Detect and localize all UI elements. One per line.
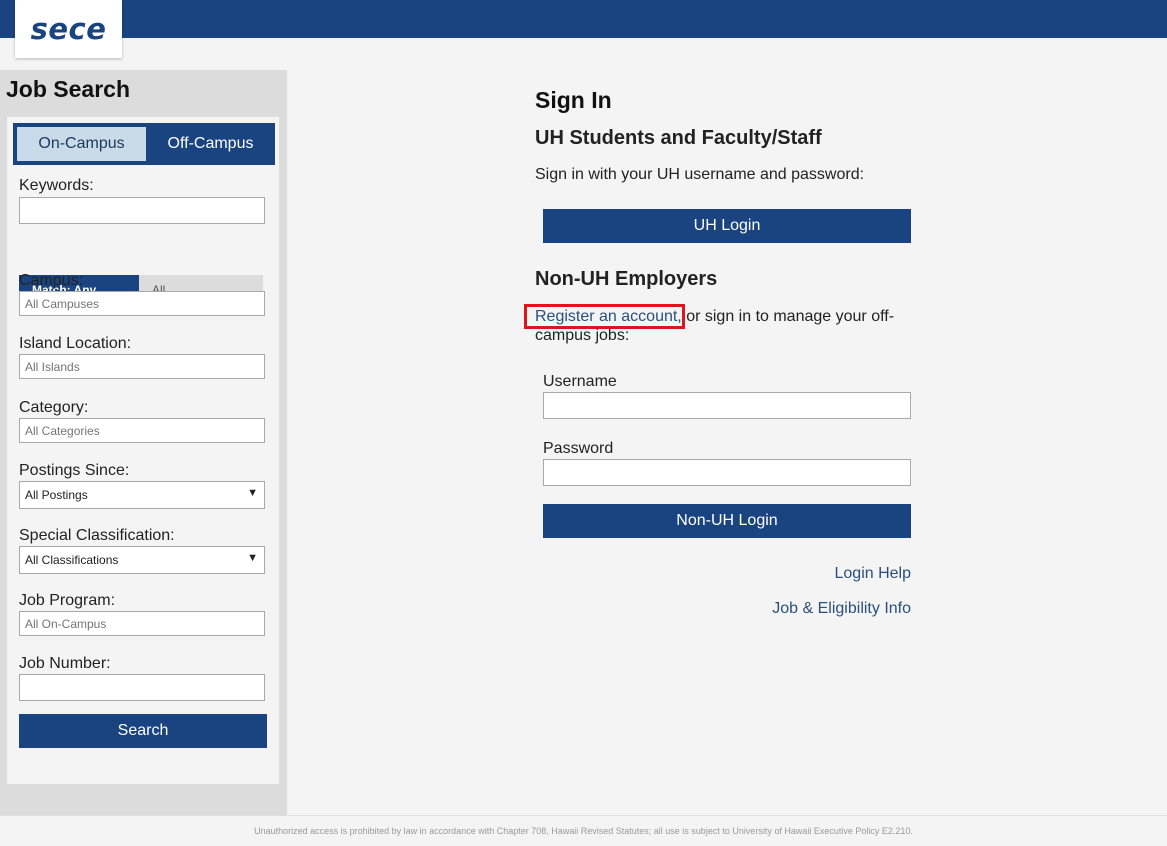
job-number-label: Job Number: bbox=[19, 655, 111, 672]
postings-since-value: All Postings bbox=[25, 488, 88, 502]
uh-heading: UH Students and Faculty/Staff bbox=[535, 127, 822, 149]
job-search-sidebar: Job Search On-Campus Off-Campus Keywords… bbox=[0, 70, 287, 815]
keywords-label: Keywords: bbox=[19, 177, 94, 194]
password-input[interactable] bbox=[543, 459, 911, 486]
job-program-input[interactable] bbox=[19, 611, 265, 636]
sidebar-title: Job Search bbox=[6, 76, 130, 102]
campus-input[interactable] bbox=[19, 291, 265, 316]
postings-since-select[interactable]: All Postings ▼ bbox=[19, 481, 265, 509]
job-number-input[interactable] bbox=[19, 674, 265, 701]
campus-label: Campus: bbox=[19, 272, 84, 289]
job-eligibility-info-link[interactable]: Job & Eligibility Info bbox=[772, 600, 911, 618]
highlight-box bbox=[524, 304, 685, 329]
page-title: Sign In bbox=[535, 87, 612, 113]
tab-on-campus[interactable]: On-Campus bbox=[13, 123, 146, 165]
search-button[interactable]: Search bbox=[19, 714, 267, 748]
dropdown-arrow-icon: ▼ bbox=[247, 487, 258, 499]
dropdown-arrow-icon: ▼ bbox=[247, 552, 258, 564]
uh-instructions: Sign in with your UH username and passwo… bbox=[535, 166, 865, 183]
campus-tabs: On-Campus Off-Campus bbox=[13, 123, 275, 165]
category-input[interactable] bbox=[19, 418, 265, 443]
login-help-link[interactable]: Login Help bbox=[835, 565, 912, 583]
special-classification-label: Special Classification: bbox=[19, 527, 175, 544]
job-search-panel: On-Campus Off-Campus Keywords: Match: An… bbox=[7, 117, 279, 784]
logo[interactable]: sece bbox=[15, 0, 122, 58]
tab-off-campus[interactable]: Off-Campus bbox=[146, 123, 275, 165]
password-label: Password bbox=[543, 440, 614, 457]
island-label: Island Location: bbox=[19, 335, 132, 352]
postings-since-label: Postings Since: bbox=[19, 462, 130, 479]
category-label: Category: bbox=[19, 399, 89, 416]
register-text-rest-1: or sign in to manage your off- bbox=[681, 308, 895, 325]
non-uh-heading: Non-UH Employers bbox=[535, 268, 718, 290]
top-bar bbox=[0, 0, 1167, 38]
username-input[interactable] bbox=[543, 392, 911, 419]
job-program-label: Job Program: bbox=[19, 592, 116, 609]
uh-login-button[interactable]: UH Login bbox=[543, 209, 911, 243]
keywords-input[interactable] bbox=[19, 197, 265, 224]
register-text-rest-2: campus jobs: bbox=[535, 327, 630, 344]
special-classification-value: All Classifications bbox=[25, 553, 119, 567]
island-input[interactable] bbox=[19, 354, 265, 379]
username-label: Username bbox=[543, 373, 617, 390]
footer-notice: Unauthorized access is prohibited by law… bbox=[0, 815, 1167, 841]
non-uh-login-button[interactable]: Non-UH Login bbox=[543, 504, 911, 538]
special-classification-select[interactable]: All Classifications ▼ bbox=[19, 546, 265, 574]
